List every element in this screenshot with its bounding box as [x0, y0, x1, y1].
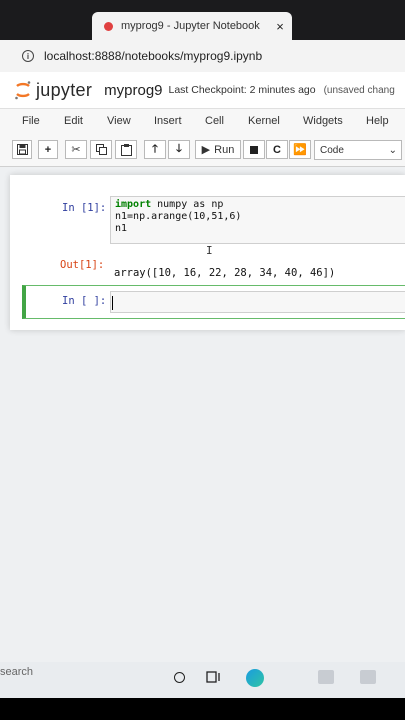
menu-file[interactable]: File: [22, 115, 40, 127]
code-cell-input-2[interactable]: [110, 291, 405, 313]
restart-icon: C: [273, 143, 281, 156]
edit-caret: [112, 296, 113, 310]
site-info-icon[interactable]: i: [22, 50, 34, 62]
menu-bar: File Edit View Insert Cell Kernel Widget…: [0, 108, 405, 138]
copy-button[interactable]: [90, 140, 112, 159]
tab-title: myprog9 - Jupyter Notebook: [121, 20, 260, 32]
fast-forward-icon: ⏩: [293, 144, 307, 156]
code-line-1: import numpy as np: [115, 199, 401, 211]
scissors-icon: ✂: [71, 144, 81, 156]
screenshot: myprog9 - Jupyter Notebook × i localhost…: [0, 0, 405, 720]
arrow-down-icon: 🡓: [176, 143, 182, 155]
notebook-toolbar: + ✂ 🡑 🡓 ▶ Run C ⏩ Code ⌄: [0, 136, 405, 167]
move-down-button[interactable]: 🡓: [168, 140, 190, 159]
notebook-container: In [1]: import numpy as np n1=np.arange(…: [10, 175, 405, 330]
save-button[interactable]: [12, 140, 32, 159]
restart-run-all-button[interactable]: ⏩: [289, 140, 311, 159]
input-prompt-1: In [1]:: [62, 202, 107, 214]
menu-cell[interactable]: Cell: [205, 115, 224, 127]
menu-widgets[interactable]: Widgets: [303, 115, 343, 127]
taskbar-search[interactable]: search: [0, 666, 33, 678]
paste-button[interactable]: [115, 140, 137, 159]
play-icon: ▶: [201, 144, 211, 156]
menu-help[interactable]: Help: [366, 115, 389, 127]
browser-tab-strip: myprog9 - Jupyter Notebook ×: [0, 0, 405, 40]
address-bar[interactable]: i localhost:8888/notebooks/myprog9.ipynb: [0, 40, 405, 73]
tab-favicon-icon: [104, 21, 113, 31]
cell-type-value: Code: [320, 144, 344, 156]
menu-insert[interactable]: Insert: [154, 115, 182, 127]
run-button[interactable]: ▶ Run: [195, 140, 241, 159]
copy-icon: [95, 144, 107, 155]
chevron-down-icon: ⌄: [388, 144, 397, 156]
arrow-up-icon: 🡑: [152, 143, 158, 155]
jupyter-header: jupyter myprog9 Last Checkpoint: 2 minut…: [0, 72, 405, 108]
menu-kernel[interactable]: Kernel: [248, 115, 280, 127]
insert-cell-button[interactable]: +: [38, 140, 58, 159]
code-line-2: n1=np.arange(10,51,6): [115, 211, 242, 222]
taskbar-app-icon-2[interactable]: [360, 670, 376, 684]
plus-icon: +: [44, 143, 52, 156]
menu-edit[interactable]: Edit: [64, 115, 83, 127]
stop-icon: [250, 145, 258, 154]
input-prompt-2: In [ ]:: [62, 295, 107, 307]
jupyter-logo-icon[interactable]: [14, 80, 32, 100]
edge-browser-icon[interactable]: [246, 669, 264, 687]
checkpoint-status: Last Checkpoint: 2 minutes ago: [168, 84, 316, 96]
tab-close-icon[interactable]: ×: [268, 19, 292, 34]
notebook-area: In [1]: import numpy as np n1=np.arange(…: [0, 167, 405, 662]
browser-tab[interactable]: myprog9 - Jupyter Notebook ×: [92, 12, 292, 40]
output-text-1: array([10, 16, 22, 28, 34, 40, 46]): [114, 267, 336, 279]
cell-type-select[interactable]: Code ⌄: [314, 140, 402, 160]
cortana-icon[interactable]: [174, 672, 185, 683]
save-icon: [16, 144, 28, 155]
code-cell-input-1[interactable]: import numpy as np n1=np.arange(10,51,6)…: [110, 196, 405, 244]
unsaved-status: (unsaved chang: [323, 84, 395, 96]
code-line-1-rest: numpy as np: [151, 199, 224, 210]
notebook-name[interactable]: myprog9: [104, 82, 162, 99]
interrupt-kernel-button[interactable]: [243, 140, 265, 159]
restart-kernel-button[interactable]: C: [266, 140, 288, 159]
taskbar-app-icon[interactable]: [318, 670, 334, 684]
text-cursor-icon: I: [206, 244, 213, 257]
menu-view[interactable]: View: [107, 115, 131, 127]
run-label: Run: [214, 143, 235, 156]
clipboard-icon: [120, 143, 132, 156]
task-view-icon[interactable]: [206, 671, 222, 683]
code-line-3: n1: [115, 223, 128, 234]
url-text[interactable]: localhost:8888/notebooks/myprog9.ipynb: [44, 49, 262, 63]
jupyter-brand[interactable]: jupyter: [36, 80, 92, 101]
os-taskbar: search: [0, 662, 405, 698]
keyword-import: import: [115, 199, 152, 210]
move-up-button[interactable]: 🡑: [144, 140, 166, 159]
screen-bezel: [0, 698, 405, 720]
cut-button[interactable]: ✂: [65, 140, 87, 159]
output-prompt-1: Out[1]:: [60, 259, 105, 271]
